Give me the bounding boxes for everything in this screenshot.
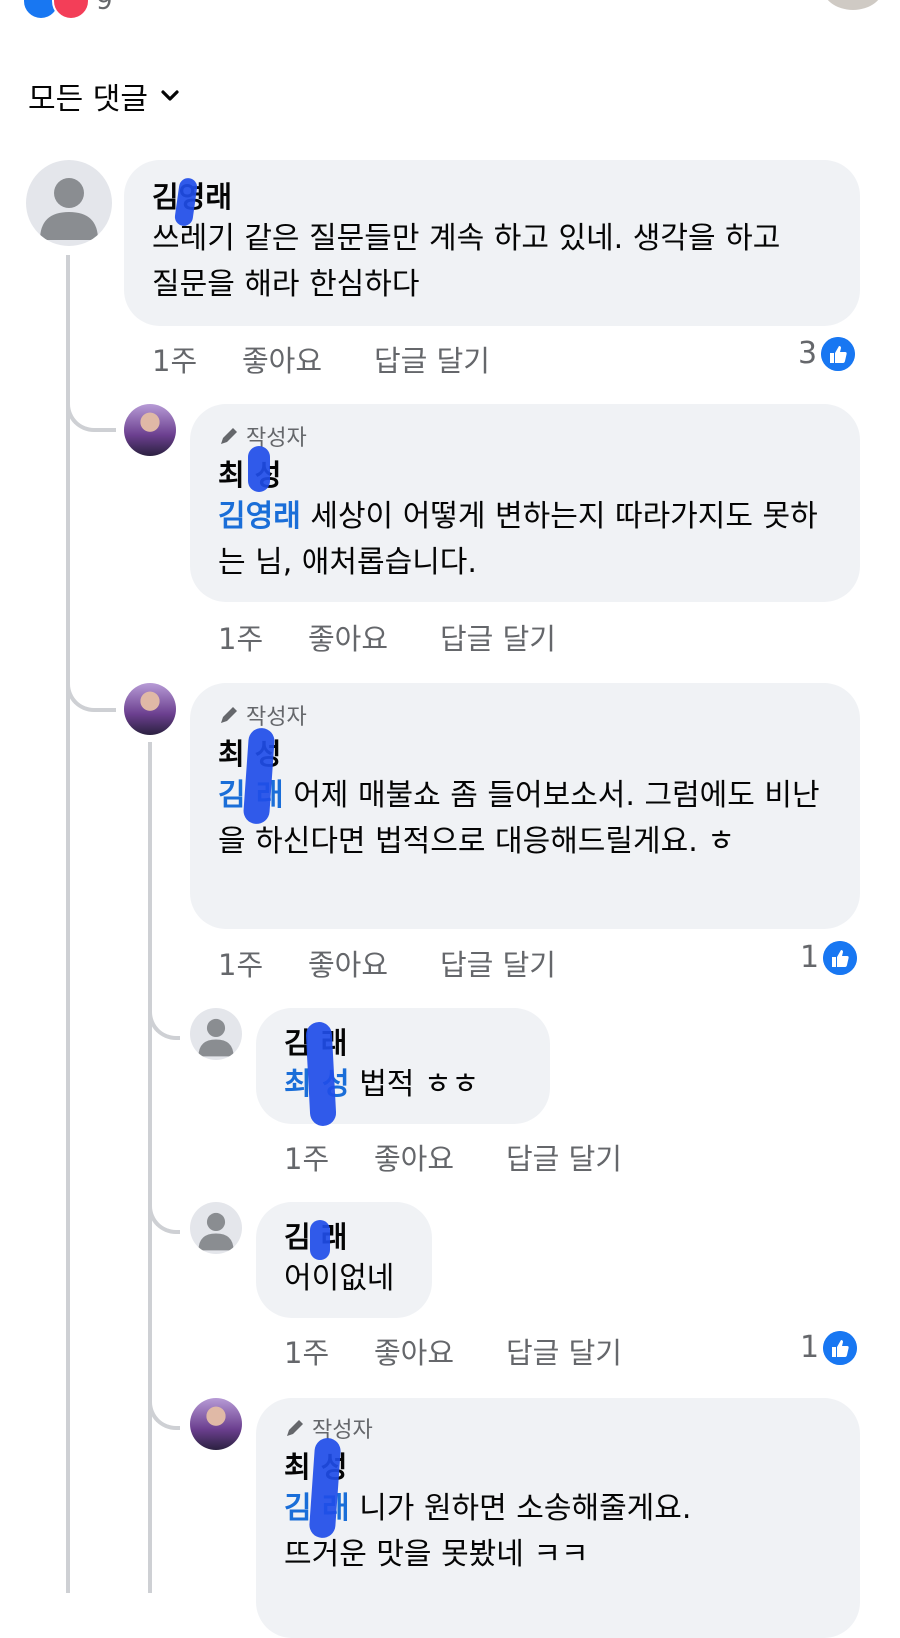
avatar[interactable] <box>822 0 884 10</box>
default-user-icon <box>198 1018 234 1057</box>
avatar[interactable] <box>190 1008 242 1060</box>
comment-actions: 1주 좋아요 답글 달기 <box>152 338 490 380</box>
author-badge: 작성자 <box>218 699 832 731</box>
comment-text: 김 래 어제 매불쇼 좀 들어보소서. 그럼에도 비난을 하신다면 법적으로 대… <box>218 778 820 859</box>
comment-likes[interactable]: 1 <box>800 1330 858 1365</box>
comment-author-name[interactable]: 김 래 <box>284 1214 404 1256</box>
default-user-icon <box>198 1212 234 1251</box>
reply-button[interactable]: 답글 달기 <box>440 942 556 984</box>
author-badge: 작성자 <box>284 1412 832 1444</box>
avatar[interactable] <box>190 1202 242 1254</box>
likes-count: 3 <box>798 336 818 371</box>
redaction-mark <box>310 1220 330 1260</box>
sort-label: 모든 댓글 <box>28 82 148 117</box>
thread-line <box>148 742 152 1593</box>
comment-actions: 1주 좋아요 답글 달기 <box>218 942 556 984</box>
chevron-down-icon <box>161 90 179 101</box>
comment-author-name[interactable]: 김영래 <box>152 174 832 216</box>
love-reaction-icon <box>52 0 90 20</box>
comment-time[interactable]: 1주 <box>284 1136 374 1178</box>
comment-likes[interactable]: 1 <box>800 940 858 975</box>
comment-time[interactable]: 1주 <box>218 616 308 658</box>
comment-text: 뜨거운 맛을 못봤네 ㅋㅋ <box>284 1537 589 1572</box>
comment-actions: 1주 좋아요 답글 달기 <box>284 1136 622 1178</box>
like-button[interactable]: 좋아요 <box>374 1136 506 1178</box>
default-user-icon <box>40 178 98 240</box>
comment-author-name[interactable]: 최 성 <box>218 452 832 494</box>
thread-connector <box>66 650 116 712</box>
comment-bubble: 작성자 최 성 김 래 니가 원하면 소송해줄게요. 뜨거운 맛을 못봤네 ㅋㅋ <box>256 1398 860 1638</box>
avatar[interactable] <box>124 404 176 456</box>
comment-author-name[interactable]: 최 성 <box>284 1444 832 1486</box>
reply-button[interactable]: 답글 달기 <box>506 1136 622 1178</box>
redaction-mark <box>305 1021 337 1127</box>
author-badge: 작성자 <box>218 420 832 452</box>
pencil-icon <box>287 1420 303 1436</box>
comment-actions: 1주 좋아요 답글 달기 <box>284 1330 622 1372</box>
comment-bubble: 김 래 최 성 법적 ㅎㅎ <box>256 1008 550 1124</box>
thread-connector <box>148 980 180 1040</box>
comment-time[interactable]: 1주 <box>218 942 308 984</box>
mention-link[interactable]: 김영래 <box>218 499 301 534</box>
pencil-icon <box>221 428 237 444</box>
reaction-count[interactable]: 9 <box>96 0 113 16</box>
comment-time[interactable]: 1주 <box>152 338 242 380</box>
thread-connector <box>148 1370 180 1430</box>
comment-text: 김영래 세상이 어떻게 변하는지 따라가지도 못하는 님, 애처롭습니다. <box>218 499 818 580</box>
like-button[interactable]: 좋아요 <box>308 616 440 658</box>
comment-bubble: 작성자 최 성 김영래 세상이 어떻게 변하는지 따라가지도 못하는 님, 애처… <box>190 404 860 602</box>
likes-count: 1 <box>800 940 820 975</box>
reply-button[interactable]: 답글 달기 <box>440 616 556 658</box>
avatar[interactable] <box>190 1398 242 1450</box>
thread-connector <box>148 1174 180 1234</box>
comment-bubble: 김 래 어이없네 <box>256 1202 432 1318</box>
comment-time[interactable]: 1주 <box>284 1330 374 1372</box>
thumbs-up-icon <box>823 940 858 975</box>
thumbs-up-icon <box>823 1330 858 1365</box>
avatar[interactable] <box>124 683 176 735</box>
avatar[interactable] <box>26 160 112 246</box>
thread-line <box>66 255 70 1593</box>
reply-button[interactable]: 답글 달기 <box>506 1330 622 1372</box>
redaction-mark <box>248 446 270 492</box>
pencil-icon <box>221 707 237 723</box>
likes-count: 1 <box>800 1330 820 1365</box>
comment-bubble: 김영래 쓰레기 같은 질문들만 계속 하고 있네. 생각을 하고 질문을 해라 … <box>124 160 860 326</box>
comment-author-name[interactable]: 최 성 <box>218 731 832 773</box>
like-button[interactable]: 좋아요 <box>308 942 440 984</box>
like-button[interactable]: 좋아요 <box>374 1330 506 1372</box>
comment-sort-dropdown[interactable]: 모든 댓글 <box>28 74 180 118</box>
comment-text: 어이없네 <box>284 1261 395 1296</box>
like-button[interactable]: 좋아요 <box>242 338 374 380</box>
reply-button[interactable]: 답글 달기 <box>374 338 490 380</box>
comment-likes[interactable]: 3 <box>798 336 856 371</box>
comment-actions: 1주 좋아요 답글 달기 <box>218 616 556 658</box>
comment-text: 김 래 니가 원하면 소송해줄게요. <box>284 1491 692 1526</box>
comment-text: 쓰레기 같은 질문들만 계속 하고 있네. 생각을 하고 질문을 해라 한심하다 <box>152 221 781 302</box>
thread-connector <box>66 370 116 432</box>
comment-bubble: 작성자 최 성 김 래 어제 매불쇼 좀 들어보소서. 그럼에도 비난을 하신다… <box>190 683 860 929</box>
thumbs-up-icon <box>821 336 856 371</box>
